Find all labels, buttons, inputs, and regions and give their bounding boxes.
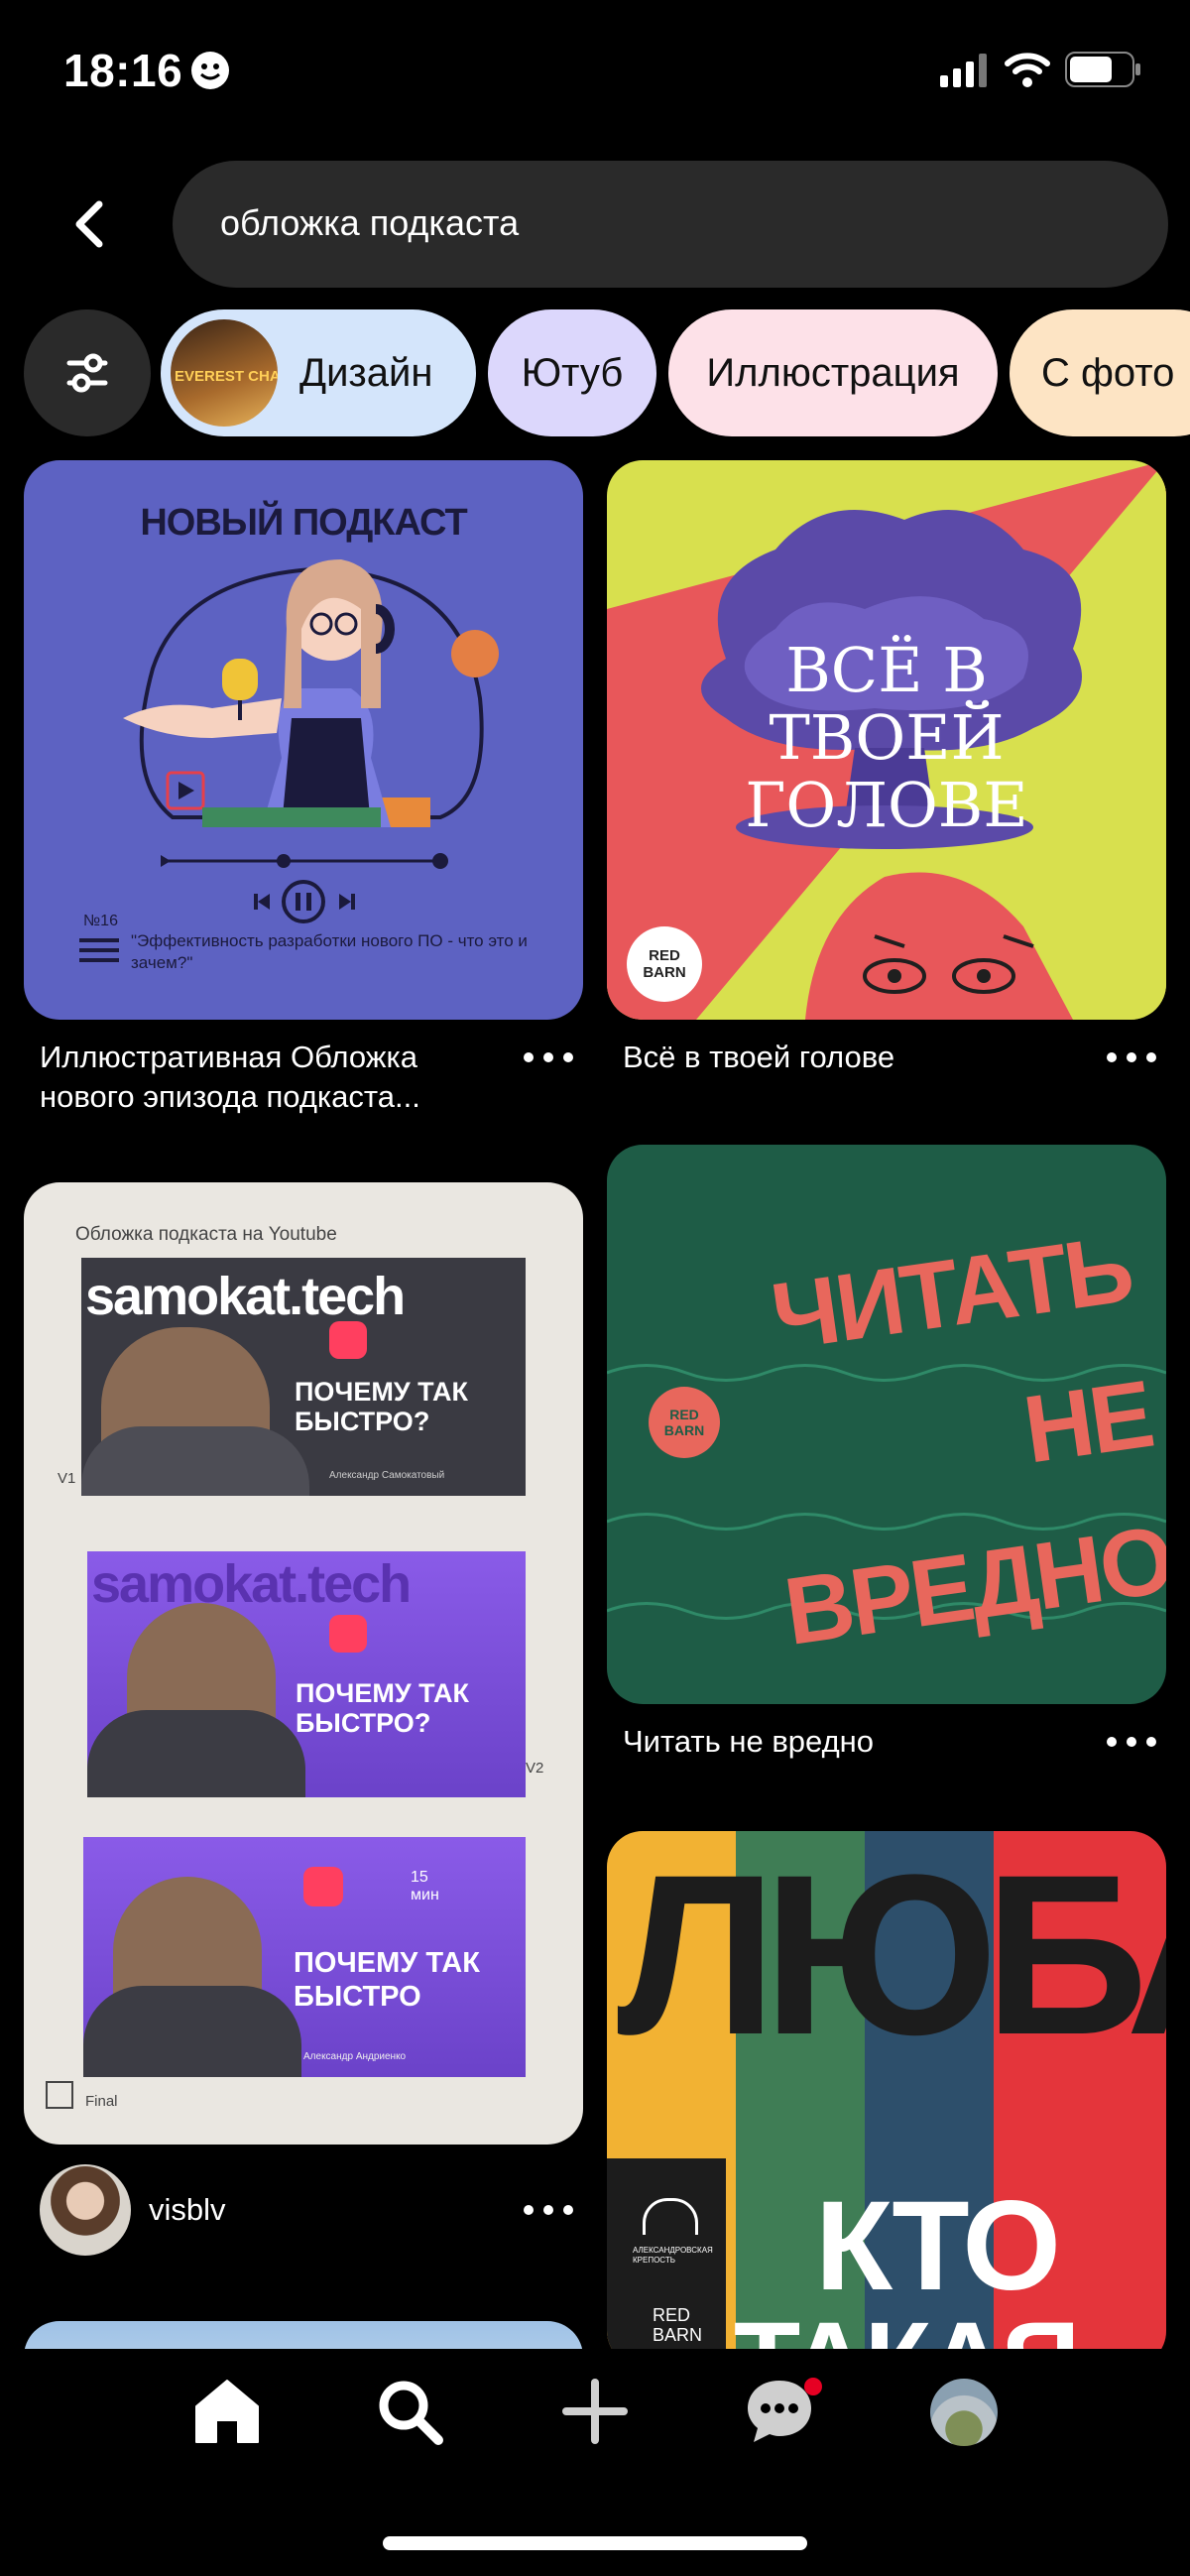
more-options-button[interactable]: [1107, 1049, 1156, 1065]
wifi-icon: [1004, 50, 1051, 89]
final-checkbox-icon: [46, 2081, 73, 2109]
home-icon[interactable]: [192, 2377, 262, 2446]
cellular-signal-icon: [940, 54, 988, 87]
red-barn-label: RED BARN: [653, 2305, 703, 2345]
thumbnail-v1: samokat.tech ПОЧЕМУ ТАК БЫСТРО? Александ…: [81, 1258, 526, 1496]
pin-title[interactable]: Всё в твоей голове: [623, 1038, 1079, 1077]
search-query: обложка подкаста: [220, 202, 520, 243]
episode-number: №16: [83, 913, 118, 929]
app-icon: [303, 1867, 343, 1906]
thumbnail-final: 15 мин ПОЧЕМУ ТАК БЫСТРО Александр Андри…: [83, 1837, 526, 2077]
chip-thumbnail: EVEREST CHAMP: [171, 319, 278, 427]
venue-logo: [643, 2198, 698, 2235]
face-emoji-icon: [191, 52, 229, 89]
v2-label: V2: [526, 1760, 544, 1777]
pin-card[interactable]: ЧИТАТЬ НЕ ВРЕДНО RED BARN: [607, 1145, 1166, 1704]
pin-title[interactable]: Читать не вредно: [623, 1722, 1079, 1762]
search-icon[interactable]: [375, 2377, 444, 2446]
chip-thumb-text: EVEREST CHAMP: [175, 368, 278, 385]
duration-label: 15 мин: [411, 1869, 439, 1903]
sliders-icon: [66, 353, 108, 393]
pin-card[interactable]: НОВЫЙ ПОДКАСТ №16 "Эффективность разрабо…: [24, 460, 583, 1020]
pin-username[interactable]: visblv: [149, 2190, 226, 2230]
speaker-shirt: [87, 1710, 305, 1797]
app-icon: [329, 1321, 367, 1359]
messages-icon[interactable]: [744, 2377, 823, 2448]
red-barn-badge: RED BARN: [649, 1387, 720, 1458]
episode-description: "Эффективность разработки нового ПО - чт…: [131, 931, 528, 972]
chip-label: С фото: [1041, 350, 1175, 395]
pin-art-top: ЛЮБА: [617, 1831, 1166, 2082]
more-options-button[interactable]: [524, 1049, 573, 1065]
red-barn-badge: RED BARN: [627, 926, 702, 1002]
headline: ПОЧЕМУ ТАК БЫСТРО?: [295, 1377, 468, 1436]
venue-name: АЛЕКСАНДРОВСКАЯ КРЕПОСТЬ: [633, 2246, 713, 2265]
final-label: Final: [85, 2093, 118, 2110]
pin-art-text: ЧИТАТЬ НЕ ВРЕДНО: [766, 1215, 1166, 1665]
pin-card[interactable]: ВСЁ В ТВОЕЙ ГОЛОВЕ RED BARN: [607, 460, 1166, 1020]
chip-illustration[interactable]: Иллюстрация: [668, 309, 998, 436]
battery-icon: [1065, 52, 1142, 87]
headline: ПОЧЕМУ ТАК БЫСТРО: [294, 1947, 480, 2013]
headline: ПОЧЕМУ ТАК БЫСТРО?: [296, 1678, 469, 1738]
status-time: 18:16: [63, 45, 183, 96]
brand-text: samokat.tech: [85, 1267, 406, 1326]
chip-youtube[interactable]: Ютуб: [488, 309, 656, 436]
chip-label: Ютуб: [521, 350, 624, 395]
more-options-button[interactable]: [524, 2202, 573, 2218]
thumbnail-v2: samokat.tech ПОЧЕМУ ТАК БЫСТРО?: [87, 1551, 526, 1797]
create-plus-icon[interactable]: [560, 2377, 630, 2446]
pin-card[interactable]: Обложка подкаста на Youtube samokat.tech…: [24, 1182, 583, 2145]
chip-design[interactable]: EVEREST CHAMP Дизайн: [161, 309, 476, 436]
pin-art-text: ВСЁ В ТВОЕЙ ГОЛОВЕ: [745, 634, 1028, 841]
profile-avatar[interactable]: [930, 2379, 998, 2446]
more-options-button[interactable]: [1107, 1734, 1156, 1750]
author-name: Александр Самокатовый: [329, 1470, 445, 1481]
app-icon: [329, 1615, 367, 1653]
chip-label: Иллюстрация: [706, 350, 960, 395]
speaker-shirt: [81, 1426, 309, 1496]
pin-card[interactable]: ЛЮБА АЛЕКСАНДРОВСКАЯ КРЕПОСТЬ RED BARN К…: [607, 1831, 1166, 2367]
home-indicator: [383, 2536, 807, 2550]
pin-caption: Обложка подкаста на Youtube: [75, 1224, 337, 1245]
avatar[interactable]: [40, 2164, 131, 2256]
chip-label: Дизайн: [299, 350, 433, 395]
filter-button[interactable]: [24, 309, 151, 436]
v1-label: V1: [58, 1470, 76, 1487]
chip-with-photo[interactable]: С фото: [1010, 309, 1190, 436]
pin-title[interactable]: Иллюстративная Обложка нового эпизода по…: [40, 1038, 496, 1117]
brand-text: samokat.tech: [91, 1554, 412, 1614]
speaker-shirt: [83, 1986, 301, 2077]
pin-art-mid: КТО: [815, 2175, 1061, 2317]
back-button[interactable]: [61, 194, 121, 254]
author-name: Александр Андриенко: [303, 2051, 407, 2062]
